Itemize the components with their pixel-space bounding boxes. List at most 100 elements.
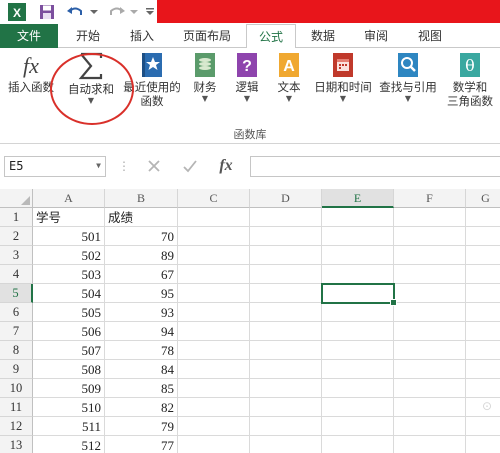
- cell-c8[interactable]: [178, 341, 250, 360]
- cell-c11[interactable]: [178, 398, 250, 417]
- cell-e13[interactable]: [322, 436, 394, 453]
- row-header-6[interactable]: 6: [0, 303, 33, 322]
- cell-d11[interactable]: [250, 398, 322, 417]
- cell-d1[interactable]: [250, 208, 322, 227]
- cell-g10[interactable]: [466, 379, 500, 398]
- tab-file[interactable]: 文件: [0, 24, 58, 48]
- lookup-reference-button[interactable]: 查找与引用 ▼: [376, 52, 440, 104]
- cell-a6[interactable]: 505: [33, 303, 105, 322]
- cell-c4[interactable]: [178, 265, 250, 284]
- financial-dropdown-icon[interactable]: ▼: [186, 94, 224, 104]
- cell-g5[interactable]: [466, 284, 500, 303]
- cell-c7[interactable]: [178, 322, 250, 341]
- cell-g6[interactable]: [466, 303, 500, 322]
- cell-c6[interactable]: [178, 303, 250, 322]
- cell-f12[interactable]: [394, 417, 466, 436]
- undo-icon[interactable]: [64, 2, 86, 22]
- cell-c5[interactable]: [178, 284, 250, 303]
- tab-page-layout[interactable]: 页面布局: [168, 24, 246, 48]
- formula-bar-splitter[interactable]: ⋮: [118, 159, 130, 173]
- cell-d13[interactable]: [250, 436, 322, 453]
- cell-g4[interactable]: [466, 265, 500, 284]
- cell-d4[interactable]: [250, 265, 322, 284]
- text-button[interactable]: A 文本 ▼: [270, 52, 308, 104]
- math-trig-button[interactable]: θ 数学和 三角函数: [440, 52, 500, 108]
- row-header-10[interactable]: 10: [0, 379, 33, 398]
- cell-f1[interactable]: [394, 208, 466, 227]
- cell-e1[interactable]: [322, 208, 394, 227]
- undo-dropdown-icon[interactable]: [88, 2, 100, 22]
- cell-f4[interactable]: [394, 265, 466, 284]
- name-box-dropdown-icon[interactable]: ▼: [96, 161, 101, 170]
- cell-b13[interactable]: 77: [105, 436, 178, 453]
- date-time-dropdown-icon[interactable]: ▼: [310, 94, 376, 104]
- cell-a5[interactable]: 504: [33, 284, 105, 303]
- cell-g13[interactable]: [466, 436, 500, 453]
- column-header-a[interactable]: A: [33, 189, 105, 208]
- row-header-13[interactable]: 13: [0, 436, 33, 453]
- cell-a10[interactable]: 509: [33, 379, 105, 398]
- cell-a4[interactable]: 503: [33, 265, 105, 284]
- cell-c3[interactable]: [178, 246, 250, 265]
- cell-a9[interactable]: 508: [33, 360, 105, 379]
- tab-insert[interactable]: 插入: [118, 24, 166, 48]
- cell-a8[interactable]: 507: [33, 341, 105, 360]
- fx-insert-function-icon[interactable]: fx: [214, 155, 238, 177]
- cell-a11[interactable]: 510: [33, 398, 105, 417]
- cell-c1[interactable]: [178, 208, 250, 227]
- cell-b7[interactable]: 94: [105, 322, 178, 341]
- cell-f10[interactable]: [394, 379, 466, 398]
- column-header-d[interactable]: D: [250, 189, 322, 208]
- spreadsheet-grid[interactable]: ABCDEFG 1 学号 成绩 2 501 70 3 502 89 4 503 67 5 504 95 6 50…: [0, 189, 500, 453]
- cell-f7[interactable]: [394, 322, 466, 341]
- cell-e3[interactable]: [322, 246, 394, 265]
- cell-b8[interactable]: 78: [105, 341, 178, 360]
- row-header-9[interactable]: 9: [0, 360, 33, 379]
- cell-d7[interactable]: [250, 322, 322, 341]
- row-header-3[interactable]: 3: [0, 246, 33, 265]
- cell-f6[interactable]: [394, 303, 466, 322]
- tab-view[interactable]: 视图: [404, 24, 456, 48]
- cell-b4[interactable]: 67: [105, 265, 178, 284]
- cell-d5[interactable]: [250, 284, 322, 303]
- cell-g9[interactable]: [466, 360, 500, 379]
- cell-c13[interactable]: [178, 436, 250, 453]
- cell-d12[interactable]: [250, 417, 322, 436]
- cancel-icon[interactable]: [142, 155, 166, 177]
- cell-g3[interactable]: [466, 246, 500, 265]
- lookup-reference-dropdown-icon[interactable]: ▼: [376, 94, 440, 104]
- date-time-button[interactable]: 日期和时间 ▼: [310, 52, 376, 104]
- cell-b9[interactable]: 84: [105, 360, 178, 379]
- cell-e6[interactable]: [322, 303, 394, 322]
- cell-f8[interactable]: [394, 341, 466, 360]
- cell-d2[interactable]: [250, 227, 322, 246]
- cell-g1[interactable]: [466, 208, 500, 227]
- row-header-11[interactable]: 11: [0, 398, 33, 417]
- row-header-1[interactable]: 1: [0, 208, 33, 227]
- cell-f2[interactable]: [394, 227, 466, 246]
- row-header-5[interactable]: 5: [0, 284, 33, 303]
- logical-dropdown-icon[interactable]: ▼: [228, 94, 266, 104]
- cell-g7[interactable]: [466, 322, 500, 341]
- row-header-12[interactable]: 12: [0, 417, 33, 436]
- row-header-2[interactable]: 2: [0, 227, 33, 246]
- cell-e8[interactable]: [322, 341, 394, 360]
- customize-qat-icon[interactable]: [144, 2, 156, 22]
- cell-e10[interactable]: [322, 379, 394, 398]
- cell-d3[interactable]: [250, 246, 322, 265]
- cell-b12[interactable]: 79: [105, 417, 178, 436]
- cell-a3[interactable]: 502: [33, 246, 105, 265]
- column-header-f[interactable]: F: [394, 189, 466, 208]
- cell-c12[interactable]: [178, 417, 250, 436]
- cell-e7[interactable]: [322, 322, 394, 341]
- save-icon[interactable]: [36, 2, 58, 22]
- column-header-e[interactable]: E: [322, 189, 394, 208]
- cell-b5[interactable]: 95: [105, 284, 178, 303]
- redo-icon[interactable]: [106, 2, 128, 22]
- cell-a12[interactable]: 511: [33, 417, 105, 436]
- cell-b3[interactable]: 89: [105, 246, 178, 265]
- cell-g2[interactable]: [466, 227, 500, 246]
- tab-data[interactable]: 数据: [300, 24, 346, 48]
- cell-e12[interactable]: [322, 417, 394, 436]
- enter-icon[interactable]: [178, 155, 202, 177]
